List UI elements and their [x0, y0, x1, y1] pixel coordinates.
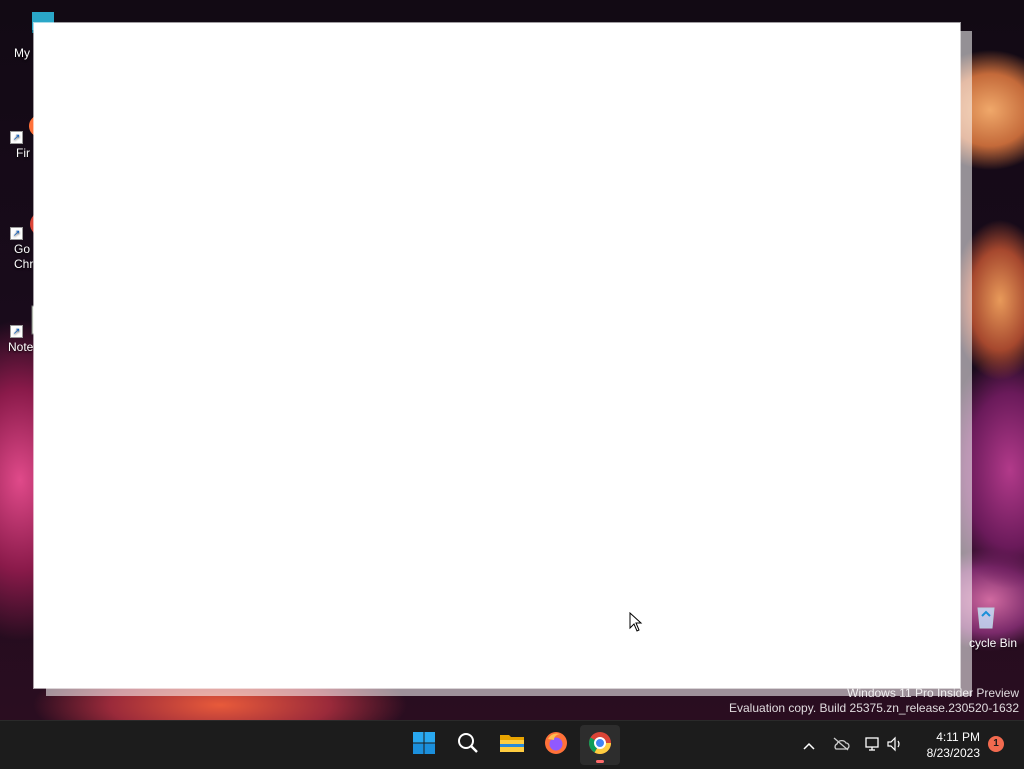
show-hidden-icons-button[interactable]: [798, 733, 820, 757]
chrome-taskbar-button[interactable]: [580, 725, 620, 765]
network-icon: [864, 736, 882, 755]
chevron-up-icon: [803, 737, 815, 753]
notification-badge[interactable]: 1: [988, 736, 1004, 752]
firefox-icon: [544, 731, 568, 760]
shortcut-arrow-icon: ↗: [10, 325, 23, 338]
speaker-icon: [886, 736, 904, 755]
clock-button[interactable]: 4:11 PM 8/23/2023: [912, 729, 980, 761]
blank-app-window[interactable]: [34, 23, 960, 688]
shortcut-arrow-icon: ↗: [10, 131, 23, 144]
start-button[interactable]: [404, 725, 444, 765]
clock-date: 8/23/2023: [926, 746, 980, 760]
network-button[interactable]: [862, 733, 884, 757]
mouse-cursor-icon: [629, 611, 643, 637]
watermark-line-1: Windows 11 Pro Insider Preview: [847, 686, 1019, 700]
shortcut-arrow-icon: ↗: [10, 227, 23, 240]
watermark-line-2: Evaluation copy. Build 25375.zn_release.…: [729, 701, 1019, 715]
recycle-bin-icon: [970, 600, 1002, 632]
firefox-taskbar-button[interactable]: [536, 725, 576, 765]
search-icon: [456, 731, 480, 760]
clock-time: 4:11 PM: [936, 730, 980, 744]
taskbar-search-button[interactable]: [448, 725, 488, 765]
taskbar: 4:11 PM 8/23/2023 1: [0, 720, 1024, 769]
cloud-off-icon: [832, 737, 850, 754]
file-explorer-button[interactable]: [492, 725, 532, 765]
folder-icon: [499, 732, 525, 759]
evaluation-watermark: Windows 11 Pro Insider Preview Evaluatio…: [729, 686, 1019, 716]
chrome-icon: [588, 731, 612, 760]
onedrive-status-button[interactable]: [830, 733, 852, 757]
windows-logo-icon: [412, 731, 436, 760]
volume-button[interactable]: [884, 733, 906, 757]
